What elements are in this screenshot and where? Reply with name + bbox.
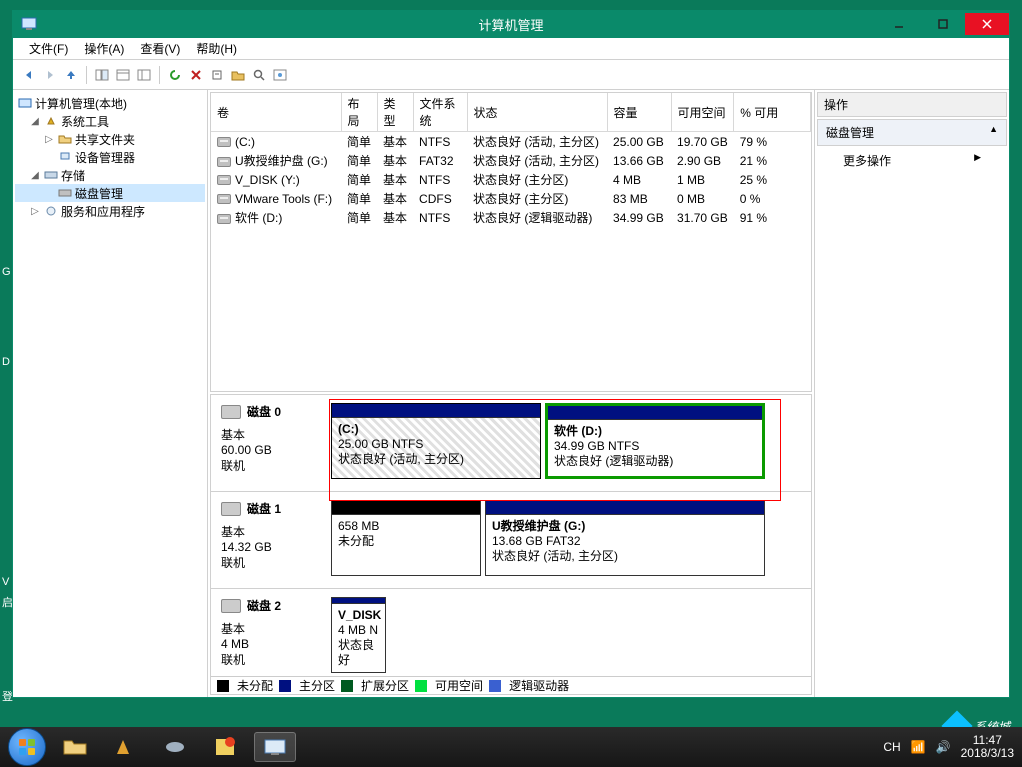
- show-hide-tree-button[interactable]: [92, 65, 112, 85]
- find-button[interactable]: [249, 65, 269, 85]
- partition[interactable]: (C:)25.00 GB NTFS状态良好 (活动, 主分区): [331, 403, 541, 479]
- tray-network-icon[interactable]: 📶: [911, 740, 926, 754]
- col-status[interactable]: 状态: [467, 93, 607, 132]
- taskbar-app-icon[interactable]: [154, 732, 196, 762]
- actions-pane: 操作 磁盘管理▲ 更多操作 ▶: [814, 90, 1009, 697]
- forward-button[interactable]: [40, 65, 60, 85]
- volume-list-pane[interactable]: 卷 布局 类型 文件系统 状态 容量 可用空间 % 可用 (C:)简单基本NTF…: [210, 92, 812, 392]
- back-button[interactable]: [19, 65, 39, 85]
- legend: 未分配 主分区 扩展分区 可用空间 逻辑驱动器: [211, 676, 811, 694]
- menu-action[interactable]: 操作(A): [76, 40, 132, 57]
- taskbar[interactable]: CH 📶 🔊 11:47 2018/3/13: [0, 727, 1022, 767]
- close-button[interactable]: [965, 13, 1009, 35]
- disk-icon: [221, 599, 241, 613]
- volume-row[interactable]: 软件 (D:)简单基本NTFS状态良好 (逻辑驱动器)34.99 GB31.70…: [211, 208, 811, 227]
- desktop-label: G: [2, 266, 11, 278]
- col-volume[interactable]: 卷: [211, 93, 341, 132]
- view-detail-button[interactable]: [134, 65, 154, 85]
- volume-row[interactable]: V_DISK (Y:)简单基本NTFS状态良好 (主分区)4 MB1 MB25 …: [211, 170, 811, 189]
- volume-row[interactable]: U教授维护盘 (G:)简单基本FAT32状态良好 (活动, 主分区)13.66 …: [211, 151, 811, 170]
- actions-section-diskmgmt[interactable]: 磁盘管理▲: [817, 119, 1007, 146]
- tray-volume-icon[interactable]: 🔊: [936, 740, 951, 754]
- app-icon: [17, 12, 41, 36]
- maximize-button[interactable]: [921, 13, 965, 35]
- minimize-button[interactable]: [877, 13, 921, 35]
- taskbar-compmgmt-icon[interactable]: [254, 732, 296, 762]
- help-button[interactable]: [270, 65, 290, 85]
- menubar: 文件(F) 操作(A) 查看(V) 帮助(H): [13, 38, 1009, 60]
- volume-row[interactable]: (C:)简单基本NTFS状态良好 (活动, 主分区)25.00 GB19.70 …: [211, 132, 811, 152]
- up-button[interactable]: [61, 65, 81, 85]
- tree-root[interactable]: 计算机管理(本地): [15, 94, 205, 112]
- drive-icon: [217, 137, 231, 147]
- drive-icon: [217, 157, 231, 167]
- clock-date[interactable]: 2018/3/13: [961, 747, 1014, 760]
- col-pct[interactable]: % 可用: [734, 93, 811, 132]
- open-button[interactable]: [228, 65, 248, 85]
- tree-device-manager[interactable]: 设备管理器: [15, 148, 205, 166]
- disk-row[interactable]: 磁盘 1基本14.32 GB联机658 MB未分配U教授维护盘 (G:)13.6…: [211, 492, 811, 589]
- taskbar-app-icon[interactable]: [104, 732, 146, 762]
- col-type[interactable]: 类型: [377, 93, 413, 132]
- refresh-button[interactable]: [165, 65, 185, 85]
- view-list-button[interactable]: [113, 65, 133, 85]
- actions-header: 操作: [817, 92, 1007, 117]
- start-button[interactable]: [8, 728, 46, 766]
- computer-management-window: 计算机管理 文件(F) 操作(A) 查看(V) 帮助(H) 计算机管理(本地) …: [12, 10, 1010, 698]
- col-fs[interactable]: 文件系统: [413, 93, 467, 132]
- volume-table: 卷 布局 类型 文件系统 状态 容量 可用空间 % 可用 (C:)简单基本NTF…: [211, 93, 811, 227]
- col-layout[interactable]: 布局: [341, 93, 377, 132]
- disk-row[interactable]: 磁盘 0基本60.00 GB联机(C:)25.00 GB NTFS状态良好 (活…: [211, 395, 811, 492]
- partition[interactable]: U教授维护盘 (G:)13.68 GB FAT32状态良好 (活动, 主分区): [485, 500, 765, 576]
- separator: [159, 66, 160, 84]
- menu-file[interactable]: 文件(F): [21, 40, 76, 57]
- collapse-icon: ▲: [989, 124, 998, 141]
- system-tray[interactable]: CH 📶 🔊 11:47 2018/3/13: [883, 734, 1014, 760]
- drive-icon: [217, 214, 231, 224]
- actions-more[interactable]: 更多操作 ▶: [815, 148, 1009, 173]
- col-capacity[interactable]: 容量: [607, 93, 671, 132]
- lang-indicator[interactable]: CH: [883, 740, 900, 754]
- disk-graphical-pane[interactable]: 磁盘 0基本60.00 GB联机(C:)25.00 GB NTFS状态良好 (活…: [210, 394, 812, 695]
- desktop-label: D: [2, 356, 10, 368]
- drive-icon: [217, 194, 231, 204]
- toolbar: [13, 60, 1009, 90]
- partition[interactable]: 658 MB未分配: [331, 500, 481, 576]
- disk-icon: [221, 405, 241, 419]
- disk-icon: [221, 502, 241, 516]
- desktop-label: V: [2, 576, 9, 588]
- separator: [86, 66, 87, 84]
- taskbar-explorer-icon[interactable]: [54, 732, 96, 762]
- tree-services[interactable]: ▷服务和应用程序: [15, 202, 205, 220]
- delete-button[interactable]: [186, 65, 206, 85]
- disk-row[interactable]: 磁盘 2基本4 MB联机V_DISK4 MB N状态良好: [211, 589, 811, 686]
- titlebar[interactable]: 计算机管理: [13, 10, 1009, 38]
- navigation-tree[interactable]: 计算机管理(本地) ◢系统工具 ▷共享文件夹 设备管理器 ◢存储 磁盘管理 ▷服…: [13, 90, 208, 697]
- properties-button[interactable]: [207, 65, 227, 85]
- tree-storage[interactable]: ◢存储: [15, 166, 205, 184]
- partition[interactable]: V_DISK4 MB N状态良好: [331, 597, 386, 673]
- window-title: 计算机管理: [478, 15, 543, 34]
- tree-system-tools[interactable]: ◢系统工具: [15, 112, 205, 130]
- menu-view[interactable]: 查看(V): [132, 40, 188, 57]
- col-free[interactable]: 可用空间: [671, 93, 734, 132]
- tree-shared-folders[interactable]: ▷共享文件夹: [15, 130, 205, 148]
- taskbar-app-icon[interactable]: [204, 732, 246, 762]
- volume-row[interactable]: VMware Tools (F:)简单基本CDFS状态良好 (主分区)83 MB…: [211, 189, 811, 208]
- drive-icon: [217, 175, 231, 185]
- menu-help[interactable]: 帮助(H): [188, 40, 245, 57]
- partition[interactable]: 软件 (D:)34.99 GB NTFS状态良好 (逻辑驱动器): [545, 403, 765, 479]
- tree-disk-management[interactable]: 磁盘管理: [15, 184, 205, 202]
